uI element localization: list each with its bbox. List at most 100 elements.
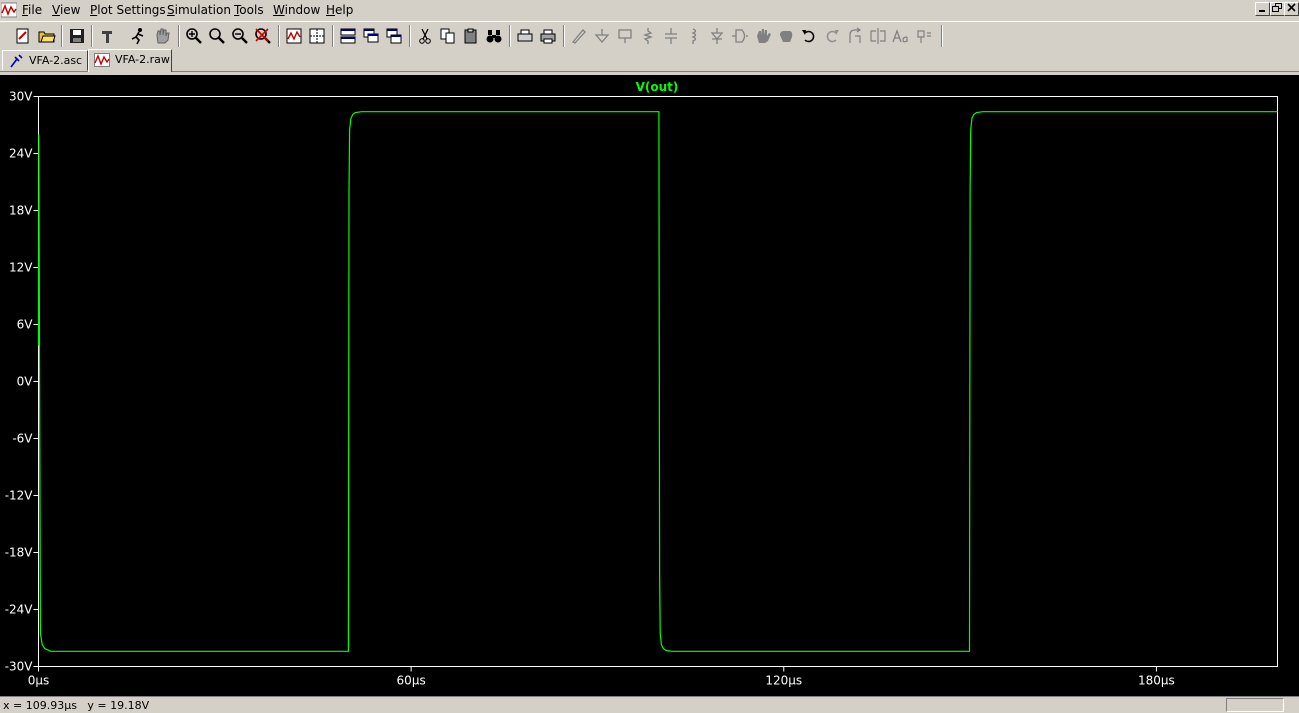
menu-window[interactable]: Window (273, 3, 320, 18)
tile-horizontal-button[interactable] (338, 26, 358, 46)
document-tab-bar: VFA-2.asc VFA-2.raw (0, 49, 1299, 72)
label-net-button[interactable] (615, 26, 635, 46)
binoculars-icon (486, 30, 502, 43)
open-button[interactable] (37, 26, 57, 46)
waveform-plot-pane[interactable]: 30V 24V 18V 12V 6V 0V -6V -12V -18V -24V -30V 0µs 6… (0, 75, 1299, 696)
x-tick-label: 180µs (1138, 674, 1175, 688)
redo-button[interactable] (822, 26, 842, 46)
component-icon (732, 29, 748, 43)
paste-icon (464, 28, 477, 44)
y-tick-label: 18V (9, 204, 33, 218)
halt-button[interactable] (152, 26, 172, 46)
new-schematic-icon (16, 28, 29, 44)
close-button[interactable] (1284, 2, 1299, 16)
y-tick-label: 24V (9, 147, 33, 161)
waveform-plot[interactable]: 30V 24V 18V 12V 6V 0V -6V -12V -18V -24V -30V 0µs 6… (0, 75, 1299, 696)
paste-button[interactable] (461, 26, 481, 46)
zoom-out-button[interactable] (230, 26, 250, 46)
menu-simulation[interactable]: Simulation (167, 3, 231, 18)
capacitor-button[interactable] (661, 26, 681, 46)
hammer-icon (102, 31, 112, 43)
status-pane (1226, 698, 1284, 712)
zoom-in-button[interactable] (184, 26, 204, 46)
trace-label[interactable]: V(out) (636, 80, 679, 94)
zoom-full-icon (209, 28, 225, 44)
print-preview-button[interactable] (515, 26, 535, 46)
open-folder-icon (38, 31, 56, 43)
undo-button[interactable] (799, 26, 819, 46)
y-tick-label: 30V (9, 90, 33, 104)
tab-label: VFA-2.asc (29, 54, 83, 67)
diode-button[interactable] (707, 26, 727, 46)
y-tick-label: 12V (9, 261, 33, 275)
mark-data-button[interactable] (307, 26, 327, 46)
text-aa-icon (892, 29, 908, 43)
spice-directive-icon (917, 30, 931, 43)
cascade-button[interactable] (361, 26, 381, 46)
save-icon (70, 29, 84, 43)
autorange-button[interactable] (284, 26, 304, 46)
resistor-icon (642, 28, 654, 44)
menu-help[interactable]: Help (326, 3, 353, 18)
zoom-out-icon (232, 28, 248, 44)
printer-icon (540, 29, 556, 44)
mirror-button[interactable] (868, 26, 888, 46)
menu-plot-settings[interactable]: Plot Settings (90, 3, 166, 18)
menu-view[interactable]: View (52, 3, 80, 18)
menu-tools[interactable]: Tools (234, 3, 264, 18)
move-button[interactable] (753, 26, 773, 46)
find-button[interactable] (484, 26, 504, 46)
save-button[interactable] (67, 26, 87, 46)
spice-directive-button[interactable] (914, 26, 934, 46)
tile-vertical-button[interactable] (384, 26, 404, 46)
cursor-coordinates: x = 109.93µs y = 19.18V (3, 699, 150, 712)
inductor-button[interactable] (684, 26, 704, 46)
ground-button[interactable] (592, 26, 612, 46)
print-button[interactable] (538, 26, 558, 46)
draw-wire-button[interactable] (569, 26, 589, 46)
new-schematic-button[interactable] (13, 26, 33, 46)
tab-waveform[interactable]: VFA-2.raw (88, 49, 172, 72)
zoom-full-button[interactable] (207, 26, 227, 46)
restore-icon (1272, 3, 1282, 12)
text-button[interactable] (891, 26, 911, 46)
y-tick-label: 6V (17, 318, 34, 332)
copy-icon (440, 28, 455, 44)
minimize-button[interactable] (1255, 2, 1270, 16)
y-tick-label: -6V (12, 432, 33, 446)
x-tick-label: 0µs (28, 674, 50, 688)
print-preview-icon (517, 29, 533, 42)
diode-icon (710, 28, 724, 44)
running-man-icon (131, 28, 144, 45)
app-waveform-icon (1, 2, 17, 18)
component-button[interactable] (730, 26, 750, 46)
waveform-icon (94, 53, 110, 67)
cut-button[interactable] (415, 26, 435, 46)
menu-bar: File View Plot Settings Simulation Tools… (0, 0, 1299, 21)
y-tick-label: -18V (5, 546, 34, 560)
y-tick-label: -30V (5, 660, 34, 674)
hand-stop-icon (156, 28, 170, 44)
y-tick-label: -24V (5, 603, 34, 617)
cascade-icon (363, 28, 379, 43)
rotate-button[interactable] (845, 26, 865, 46)
x-tick-label: 120µs (765, 674, 802, 688)
control-panel-button[interactable] (98, 26, 118, 46)
toolbar (0, 21, 1299, 49)
autorange-icon (286, 28, 302, 44)
zoom-cancel-button[interactable] (253, 26, 273, 46)
fist-drag-icon (780, 31, 793, 42)
minimize-icon (1259, 10, 1265, 12)
y-tick-label: 0V (17, 375, 34, 389)
menu-file[interactable]: File (22, 3, 42, 18)
restore-button[interactable] (1270, 2, 1285, 16)
drag-button[interactable] (776, 26, 796, 46)
copy-button[interactable] (438, 26, 458, 46)
resistor-button[interactable] (638, 26, 658, 46)
tab-schematic[interactable]: VFA-2.asc (2, 50, 88, 71)
pencil-icon (571, 29, 586, 44)
run-button[interactable] (128, 26, 148, 46)
y-tick-label: -12V (5, 489, 34, 503)
capacitor-icon (665, 28, 677, 44)
mirror-icon (870, 28, 886, 44)
